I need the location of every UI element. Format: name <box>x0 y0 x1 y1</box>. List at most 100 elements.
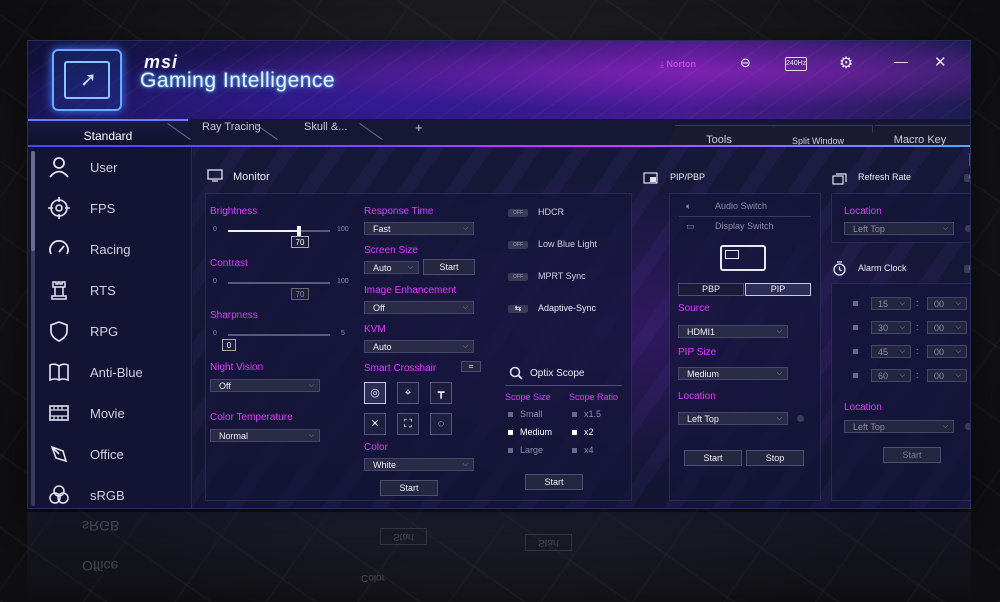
tab-standard[interactable]: Standard <box>28 119 188 145</box>
monitor-title: Monitor <box>233 171 270 183</box>
contrast-min: 0 <box>213 278 217 285</box>
audio-switch-label[interactable]: Audio Switch <box>715 201 767 211</box>
pip-stop-button[interactable]: Stop <box>746 450 804 466</box>
tab-ray-tracing[interactable]: Ray Tracing <box>202 121 261 133</box>
mprt-sync-toggle[interactable]: OFF <box>508 273 528 281</box>
speedometer-icon <box>46 236 72 262</box>
color-temperature-select[interactable]: Normal ⌵ <box>210 429 320 442</box>
crosshair-style-5-icon[interactable]: ⛶ <box>397 413 419 435</box>
pip-button[interactable]: PIP <box>745 283 811 296</box>
night-vision-label: Night Vision <box>210 362 264 373</box>
crosshair-crop-icon[interactable]: ⌗ <box>461 361 481 372</box>
crosshair-start-button[interactable]: Start <box>380 480 438 496</box>
norton-link[interactable]: ⤓ Norton <box>660 59 696 70</box>
scope-size-small-radio[interactable] <box>508 412 513 417</box>
reflection-office: Office <box>82 558 119 574</box>
search-icon <box>509 366 523 380</box>
add-tab-button[interactable]: + <box>415 120 423 135</box>
crosshair-style-6-icon[interactable]: ◌ <box>430 413 452 435</box>
kvm-select[interactable]: Auto ⌵ <box>364 340 474 353</box>
crosshair-color-select[interactable]: White ⌵ <box>364 458 474 471</box>
kvm-label: KVM <box>364 324 386 335</box>
sidebar-item-rpg[interactable]: RPG <box>38 313 188 349</box>
refresh-rate-location-select[interactable]: Left Top ⌵ <box>844 222 954 235</box>
alarm-2-checkbox[interactable] <box>853 325 858 330</box>
refresh-rate-icon <box>832 172 847 185</box>
pip-location-select[interactable]: Left Top ⌵ <box>678 412 788 425</box>
sidebar-item-anti-blue[interactable]: Anti-Blue <box>38 354 188 390</box>
contrast-max: 100 <box>337 278 349 285</box>
header: ➚ msi Gaming Intelligence ⤓ Norton ⊖ 240… <box>28 41 970 119</box>
screen-size-select[interactable]: Auto ⌵ <box>364 261 419 274</box>
alarm-start-button[interactable]: Start <box>883 447 941 463</box>
pen-icon <box>46 441 72 467</box>
reflection-start-1: Start <box>380 528 428 545</box>
close-button[interactable]: ✕ <box>934 53 947 71</box>
scope-ratio-x2-label: x2 <box>584 427 594 437</box>
refresh-rate-toggle[interactable]: OFF <box>964 174 970 182</box>
response-time-select[interactable]: Fast ⌵ <box>364 222 474 235</box>
chevron-down-icon: ⌵ <box>462 461 468 468</box>
crosshair-style-4-icon[interactable]: ✕ <box>364 413 386 435</box>
low-blue-light-toggle[interactable]: OFF <box>508 241 528 249</box>
hdcr-label: HDCR <box>538 207 564 217</box>
scope-size-medium-radio[interactable] <box>508 430 513 435</box>
brightness-min: 0 <box>213 226 217 233</box>
scope-ratio-x1-5-radio[interactable] <box>572 412 577 417</box>
sidebar-item-racing[interactable]: Racing <box>38 231 188 267</box>
refresh-icon[interactable]: ↻ <box>969 153 970 166</box>
pbp-button[interactable]: PBP <box>678 283 744 296</box>
scope-size-small-label: Small <box>520 409 543 419</box>
display-switch-label[interactable]: Display Switch <box>715 221 774 231</box>
sidebar-scrollbar[interactable] <box>31 151 35 506</box>
crosshair-style-3-icon[interactable]: ┳ <box>430 382 452 404</box>
adaptive-sync-icon[interactable]: ⇆ <box>508 305 528 313</box>
contrast-slider[interactable] <box>228 282 330 284</box>
sidebar-item-rts[interactable]: RTS <box>38 272 188 308</box>
alarm-1-minute-select[interactable]: 15 ⌵ <box>871 297 911 310</box>
source-select[interactable]: HDMI1 ⌵ <box>678 325 788 338</box>
optix-scope-start-button[interactable]: Start <box>525 474 583 490</box>
sidebar-item-user[interactable]: User <box>38 149 188 185</box>
chevron-down-icon: ⌵ <box>462 343 468 350</box>
alarm-2-minute-select[interactable]: 30 ⌵ <box>871 321 911 334</box>
scope-ratio-x4-label: x4 <box>584 445 594 455</box>
refresh-rate-badge-icon[interactable]: 240Hz <box>785 57 807 71</box>
alarm-4-minute-select[interactable]: 60 ⌵ <box>871 369 911 382</box>
alarm-1-second-select[interactable]: 00 ⌵ <box>927 297 967 310</box>
brightness-slider-knob[interactable] <box>297 226 302 236</box>
pip-start-button[interactable]: Start <box>684 450 742 466</box>
image-enhancement-select[interactable]: Off ⌵ <box>364 301 474 314</box>
sidebar-item-movie[interactable]: Movie <box>38 395 188 431</box>
settings-gear-icon[interactable]: ⚙ <box>839 53 853 73</box>
alarm-4-second-select[interactable]: 00 ⌵ <box>927 369 967 382</box>
sidebar-item-office[interactable]: Office <box>38 436 188 472</box>
reflection-start-2: Start <box>525 534 573 551</box>
alarm-3-minute-select[interactable]: 45 ⌵ <box>871 345 911 358</box>
alarm-3-checkbox[interactable] <box>853 349 858 354</box>
scope-ratio-x4-radio[interactable] <box>572 448 577 453</box>
alarm-3-second-select[interactable]: 00 ⌵ <box>927 345 967 358</box>
crosshair-style-2-icon[interactable]: ⌖ <box>397 382 419 404</box>
hdcr-toggle[interactable]: OFF <box>508 209 528 217</box>
mprt-sync-label: MPRT Sync <box>538 271 586 281</box>
sidebar-item-srgb[interactable]: sRGB <box>38 477 188 508</box>
response-time-label: Response Time <box>364 206 434 217</box>
alarm-1-checkbox[interactable] <box>853 301 858 306</box>
night-vision-select[interactable]: Off ⌵ <box>210 379 320 392</box>
alarm-clock-toggle[interactable]: OFF <box>964 265 970 273</box>
sidebar-item-fps[interactable]: FPS <box>38 190 188 226</box>
alarm-2-second-select[interactable]: 00 ⌵ <box>927 321 967 334</box>
scope-ratio-x2-radio[interactable] <box>572 430 577 435</box>
scope-size-large-radio[interactable] <box>508 448 513 453</box>
sharpness-slider[interactable] <box>228 334 330 336</box>
crosshair-style-1-icon[interactable]: ◎ <box>364 382 386 404</box>
pip-size-select[interactable]: Medium ⌵ <box>678 367 788 380</box>
minus-circle-icon[interactable]: ⊖ <box>740 55 751 71</box>
tab-skull[interactable]: Skull &... <box>304 121 347 133</box>
alarm-location-select[interactable]: Left Top ⌵ <box>844 420 954 433</box>
brightness-max: 100 <box>337 226 349 233</box>
alarm-4-checkbox[interactable] <box>853 373 858 378</box>
screen-size-start-button[interactable]: Start <box>423 259 475 275</box>
minimize-button[interactable]: — <box>894 53 908 69</box>
